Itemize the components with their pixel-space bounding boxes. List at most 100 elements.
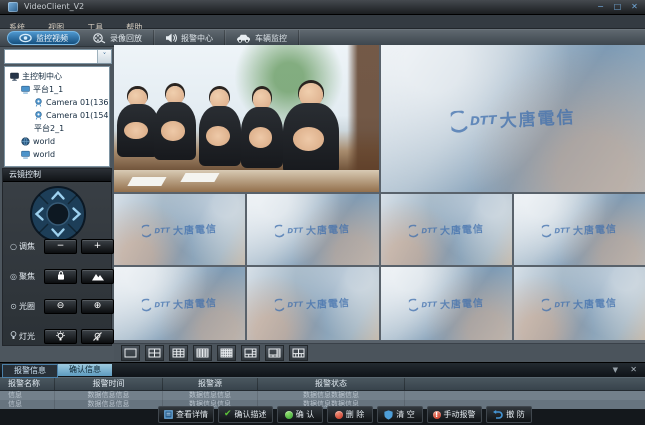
bulb-on-icon — [55, 331, 66, 342]
shield-icon — [384, 410, 393, 420]
tree-item-label: 平台1_1 — [33, 84, 63, 95]
alarm-table-header: 报警名称 报警时间 报警源 报警状态 — [0, 377, 645, 391]
device-select-combobox[interactable]: ˅ — [4, 49, 112, 64]
tree-item-label: 平台2_1 — [34, 123, 64, 134]
ptz-row-label: 灯光 — [19, 331, 40, 342]
brand-cn-text: 大唐電信 — [498, 103, 575, 132]
tree-item-label: world — [33, 150, 55, 159]
video-tile[interactable]: DTT大唐電信 — [247, 267, 378, 340]
video-tile[interactable]: DTT大唐電信 — [114, 194, 245, 265]
confirm-button[interactable]: 确 认 — [277, 406, 323, 423]
layout-25-button[interactable] — [217, 345, 236, 361]
layout-4-button[interactable] — [145, 345, 164, 361]
tree-item-label: Camera 01(136) — [46, 98, 110, 107]
video-tile[interactable]: DTT大唐電信 — [514, 194, 645, 265]
disarm-button[interactable]: 撤 防 — [486, 406, 532, 423]
brand-text: DTT — [469, 112, 496, 127]
ptz-row-label: 调焦 — [19, 241, 40, 252]
alarm-exclamation-icon: ! — [433, 411, 441, 419]
zoom-in-button[interactable]: + — [81, 239, 114, 254]
tab-label: 监控视频 — [36, 33, 68, 44]
ptz-row-label: 聚焦 — [19, 271, 40, 282]
red-dot-icon — [335, 411, 343, 419]
focus-near-icon — [56, 271, 66, 281]
undo-arrow-icon — [492, 410, 503, 419]
screen-icon — [21, 85, 30, 94]
menu-bar: 系统 视图 工具 帮助 — [0, 15, 645, 29]
ptz-row-label: 光圈 — [19, 301, 40, 312]
video-tile[interactable]: DTT大唐電信 — [381, 267, 512, 340]
light-icon — [8, 331, 19, 342]
tree-item-platform2[interactable]: 平台2_1 — [5, 122, 109, 135]
delete-button[interactable]: 删 除 — [327, 406, 373, 423]
manual-alarm-button[interactable]: ! 手动报警 — [427, 406, 482, 423]
clear-button[interactable]: 清 空 — [377, 406, 423, 423]
light-on-button[interactable] — [44, 329, 77, 344]
collapse-panel-icon[interactable]: ▼ — [613, 366, 618, 374]
close-button[interactable]: ✕ — [629, 2, 640, 12]
video-tile[interactable]: DTT大唐電信 — [514, 267, 645, 340]
video-tile[interactable]: DTT大唐電信 — [247, 194, 378, 265]
layout-16-button[interactable] — [193, 345, 212, 361]
video-tile[interactable]: DTT大唐電信 — [114, 267, 245, 340]
paper — [180, 173, 219, 182]
column-alarm-name: 报警名称 — [0, 378, 55, 390]
tree-item-label: world — [33, 137, 55, 146]
tab-playback[interactable]: 录像回放 — [82, 30, 154, 46]
ptz-dpad[interactable] — [29, 185, 87, 247]
tree-item-platform1[interactable]: 平台1_1 — [5, 83, 109, 96]
tree-item-world-2[interactable]: world — [5, 148, 109, 161]
datang-logo: DTT大唐電信 — [114, 194, 245, 265]
tab-label: 车辆监控 — [255, 33, 287, 44]
maximize-button[interactable]: □ — [612, 2, 623, 12]
datang-logo: DTT大唐電信 — [514, 194, 645, 265]
focus-far-button[interactable] — [81, 269, 114, 284]
tree-item-control-center[interactable]: 主控制中心 — [5, 70, 109, 83]
paper — [127, 177, 166, 186]
person-figure — [117, 89, 159, 157]
iris-open-button[interactable]: ⊕ — [81, 299, 114, 314]
tab-confirm-info[interactable]: 确认信息 — [58, 364, 112, 376]
camera-icon — [34, 111, 43, 120]
light-off-button[interactable] — [81, 329, 114, 344]
tab-alarm-center[interactable]: 报警中心 — [154, 30, 225, 46]
datang-logo: DTT大唐電信 — [247, 194, 378, 265]
datang-logo: DTT大唐電信 — [381, 267, 512, 340]
zoom-out-button[interactable]: − — [44, 239, 77, 254]
layout-10-button[interactable] — [289, 345, 308, 361]
layout-1-button[interactable] — [121, 345, 140, 361]
alarm-panel: 报警信息 确认信息 ▼ ✕ 报警名称 报警时间 报警源 报警状态 信息数据信息信… — [0, 362, 645, 425]
chevron-down-icon[interactable]: ˅ — [97, 50, 111, 63]
tab-vehicle-monitor[interactable]: 车辆监控 — [225, 30, 299, 46]
tab-alarm-info[interactable]: 报警信息 — [2, 364, 58, 378]
tree-item-label: Camera 01(154) — [46, 111, 110, 120]
iris-icon: ⊙ — [8, 302, 19, 311]
column-alarm-status: 报警状态 — [258, 378, 405, 390]
confirm-description-button[interactable]: ✔ 确认描述 — [218, 406, 273, 423]
app-icon — [8, 2, 18, 12]
close-panel-icon[interactable]: ✕ — [630, 365, 637, 374]
layout-8-button[interactable] — [265, 345, 284, 361]
ptz-panel: 云镜控制 ○ 调焦 − + ◎ 聚焦 — [2, 168, 112, 346]
layout-9-button[interactable] — [169, 345, 188, 361]
alarm-table-row[interactable]: 信息数据信息信息 数据信息信息数据信息数据信息 — [0, 391, 645, 400]
tree-item-camera-154[interactable]: Camera 01(154) — [5, 109, 109, 122]
tab-surveillance-video[interactable]: 监控视频 — [7, 31, 80, 45]
video-tile[interactable]: DTT 大唐電信 — [381, 45, 645, 192]
video-tile[interactable]: DTT大唐電信 — [381, 194, 512, 265]
dtt-crescent-icon — [450, 110, 467, 133]
view-details-button[interactable]: 查看详情 — [158, 406, 214, 423]
iris-close-button[interactable]: ⊖ — [44, 299, 77, 314]
focus-near-button[interactable] — [44, 269, 77, 284]
datang-logo: DTT大唐電信 — [247, 267, 378, 340]
details-icon — [164, 410, 173, 419]
alarm-actions: 查看详情 ✔ 确认描述 确 认 删 除 清 空 ! 手动报警 — [158, 406, 532, 423]
layout-6-button[interactable] — [241, 345, 260, 361]
tree-item-camera-136[interactable]: Camera 01(136) — [5, 96, 109, 109]
zoom-icon: ○ — [8, 242, 19, 251]
tree-item-world-1[interactable]: world — [5, 135, 109, 148]
alarm-tab-bar: 报警信息 确认信息 ▼ ✕ — [0, 363, 645, 377]
datang-logo: DTT 大唐電信 — [381, 45, 645, 192]
video-tile-live[interactable] — [114, 45, 379, 192]
minimize-button[interactable]: − — [595, 2, 606, 12]
